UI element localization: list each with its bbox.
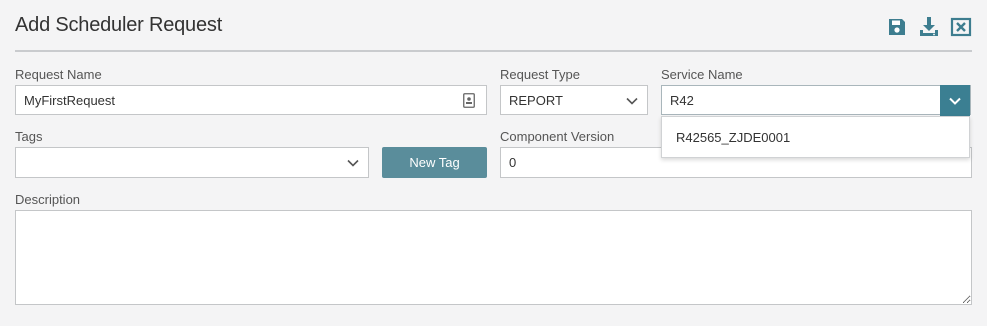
request-name-input[interactable]	[16, 86, 486, 114]
new-tag-button[interactable]: New Tag	[382, 147, 487, 178]
close-icon[interactable]	[950, 16, 972, 38]
contact-card-icon[interactable]	[463, 93, 475, 111]
service-name-dropdown-list: R42565_ZJDE0001	[661, 116, 970, 158]
header-divider	[15, 50, 972, 52]
chevron-down-icon	[949, 97, 961, 105]
request-name-label: Request Name	[15, 67, 102, 82]
tags-select[interactable]	[15, 147, 369, 178]
description-label: Description	[15, 192, 81, 207]
request-type-label: Request Type	[500, 67, 580, 82]
service-name-combobox[interactable]	[661, 85, 971, 116]
save-icon[interactable]	[886, 16, 908, 38]
header: Add Scheduler Request	[15, 14, 972, 50]
service-name-label: Service Name	[661, 67, 743, 82]
component-version-label: Component Version	[500, 129, 615, 144]
dropdown-option[interactable]: R42565_ZJDE0001	[676, 117, 790, 158]
chevron-down-icon[interactable]	[625, 94, 639, 108]
chevron-down-icon[interactable]	[346, 156, 360, 170]
header-actions	[886, 16, 972, 38]
tags-label: Tags	[15, 129, 43, 144]
service-name-input[interactable]	[662, 86, 942, 114]
download-icon[interactable]	[918, 16, 940, 38]
request-name-field[interactable]	[15, 85, 487, 115]
description-textarea[interactable]	[15, 210, 972, 305]
request-type-value: REPORT	[509, 93, 563, 108]
page-title: Add Scheduler Request	[15, 14, 223, 36]
service-name-dropdown-button[interactable]	[940, 85, 970, 116]
request-type-select[interactable]: REPORT	[500, 85, 648, 115]
